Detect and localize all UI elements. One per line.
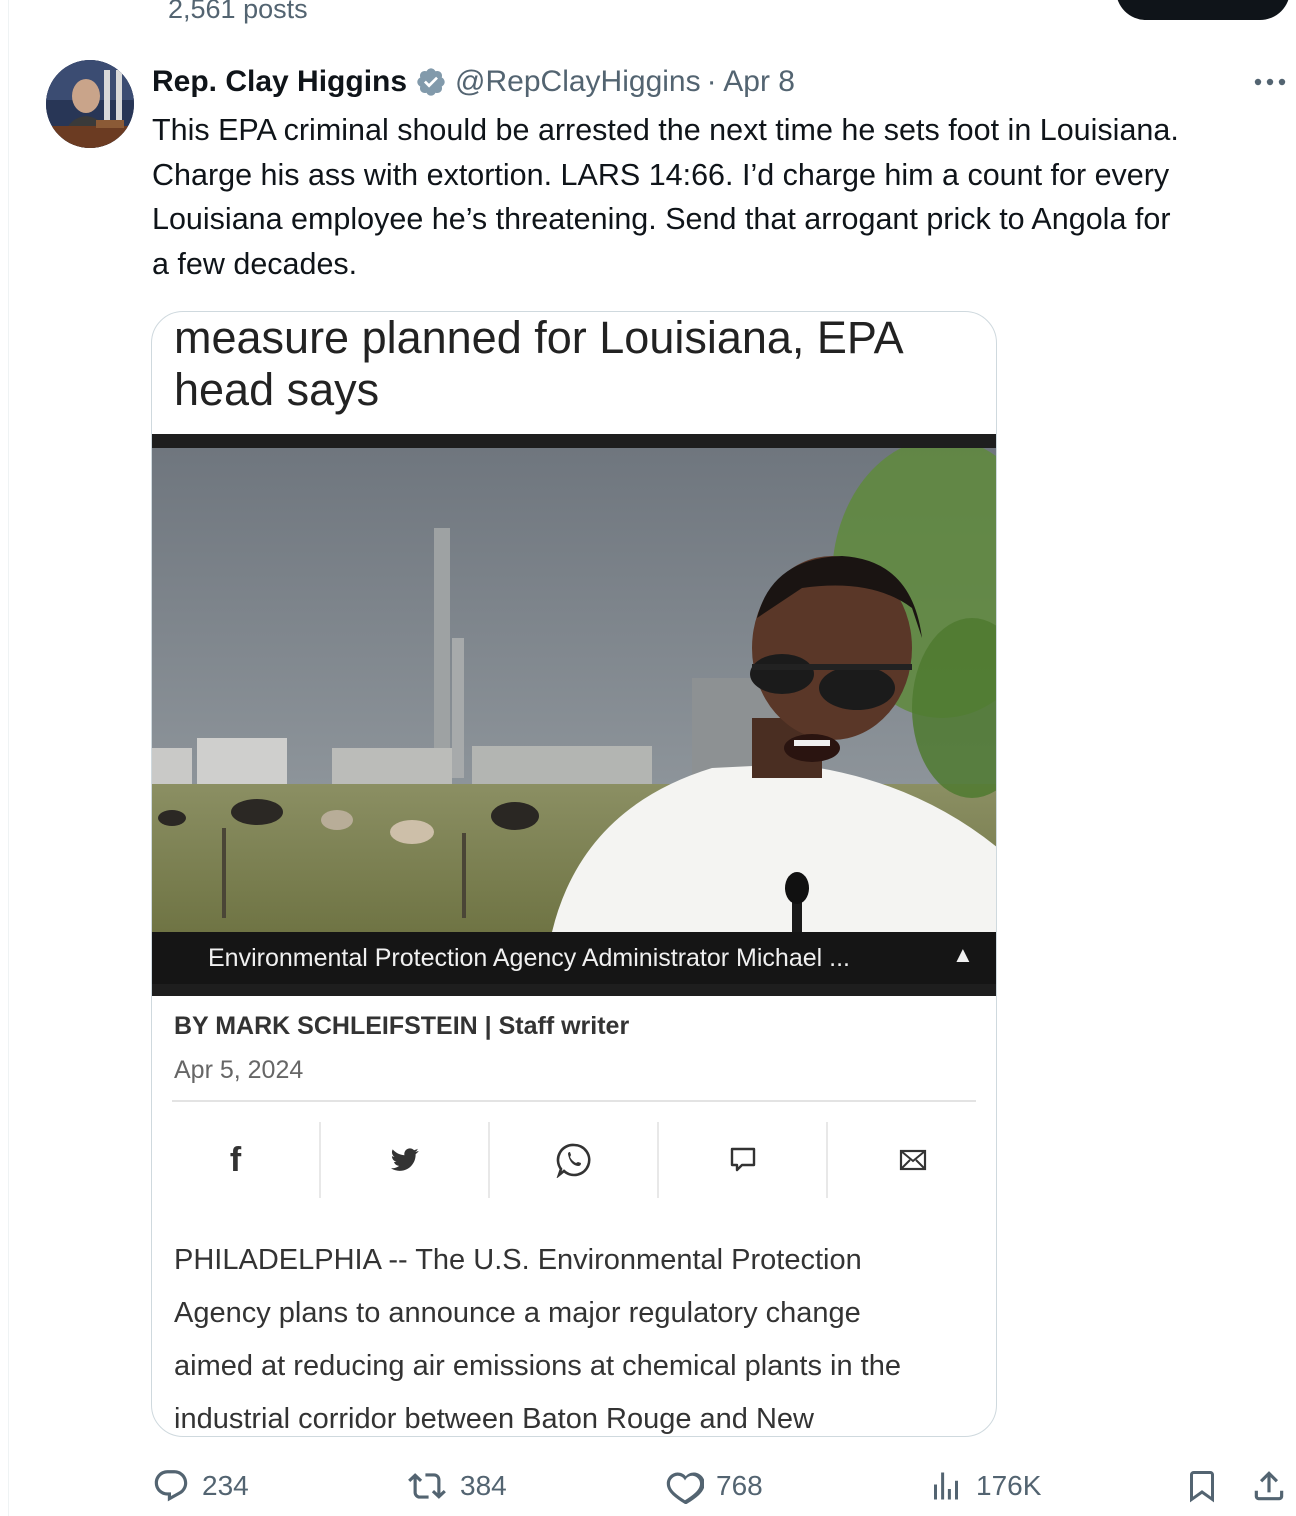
tweet-date[interactable]: · Apr 8	[707, 65, 795, 99]
article-headline: measure planned for Louisiana, EPA head …	[174, 312, 904, 415]
email-icon	[899, 1149, 926, 1171]
twitter-icon	[390, 1148, 419, 1171]
repost-count: 384	[460, 1470, 507, 1501]
photo-caption: Environmental Protection Agency Administ…	[208, 943, 850, 972]
comment-icon	[730, 1147, 755, 1172]
repost-button[interactable]: 384	[406, 1460, 507, 1512]
reply-count: 234	[202, 1470, 249, 1501]
bookmark-icon	[1190, 1471, 1214, 1503]
article-photo-frame: Environmental Protection Agency Administ…	[152, 434, 996, 996]
profile-posts-count: 2,561 posts	[168, 0, 308, 24]
views-count: 176K	[976, 1470, 1042, 1501]
heart-icon	[666, 1472, 704, 1504]
like-button[interactable]: 768	[666, 1460, 763, 1512]
facebook-icon: f	[229, 1140, 242, 1179]
article-photo	[152, 448, 996, 932]
bookmark-button[interactable]	[1184, 1460, 1232, 1512]
timeline-border	[8, 0, 9, 1516]
views-icon	[934, 1472, 958, 1500]
avatar[interactable]	[46, 60, 134, 148]
author-handle[interactable]: @RepClayHiggins	[455, 65, 701, 99]
tweet-text: This EPA criminal should be arrested the…	[152, 113, 1179, 281]
share-facebook: f	[152, 1122, 321, 1198]
share-button[interactable]	[1250, 1460, 1296, 1512]
caption-toggle-icon: ▲	[952, 942, 974, 967]
share-whatsapp	[490, 1122, 659, 1198]
divider	[172, 1100, 976, 1102]
like-count: 768	[716, 1470, 763, 1501]
photo-caption-bar: Environmental Protection Agency Administ…	[152, 932, 996, 984]
article-share-row: f	[152, 1122, 996, 1198]
more-icon[interactable]	[1250, 70, 1290, 94]
share-twitter	[321, 1122, 490, 1198]
reply-icon	[154, 1470, 188, 1502]
share-email	[828, 1122, 996, 1198]
tweet-header: Rep. Clay Higgins @RepClayHiggins · Apr …	[152, 62, 795, 102]
article-byline: BY MARK SCHLEIFSTEIN | Staff writer	[174, 1012, 630, 1040]
verified-badge-icon[interactable]	[415, 66, 447, 98]
views-button[interactable]: 176K	[928, 1460, 1041, 1512]
avatar-photo	[46, 60, 134, 148]
share-comment	[659, 1122, 828, 1198]
tweet-media-card[interactable]: measure planned for Louisiana, EPA head …	[151, 311, 997, 1437]
whatsapp-icon	[556, 1143, 590, 1178]
article-body: PHILADELPHIA -- The U.S. Environmental P…	[174, 1244, 901, 1435]
follow-button[interactable]	[1116, 0, 1290, 20]
article-date: Apr 5, 2024	[174, 1056, 304, 1084]
share-icon	[1254, 1471, 1284, 1501]
author-name[interactable]: Rep. Clay Higgins	[152, 65, 407, 99]
reply-button[interactable]: 234	[152, 1460, 249, 1512]
tweet-action-bar: 234 384 768 176K	[150, 1460, 1296, 1512]
repost-icon	[408, 1473, 446, 1499]
